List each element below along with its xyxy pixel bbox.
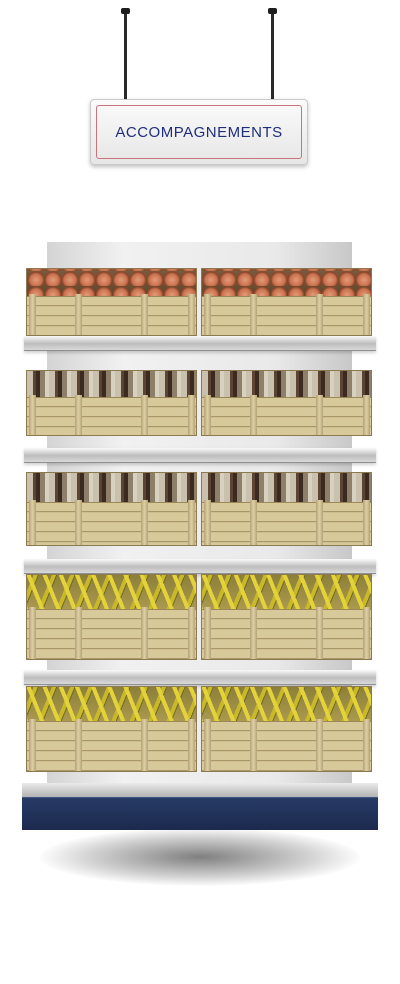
shelf-base-top xyxy=(22,783,378,797)
crate-post xyxy=(250,718,257,771)
fish-contents xyxy=(202,473,371,507)
crate-slats xyxy=(27,396,196,435)
fish-contents xyxy=(27,473,196,507)
crate-banana xyxy=(201,686,372,772)
crate-post xyxy=(316,294,323,335)
crate-post xyxy=(316,718,323,771)
crate-slats xyxy=(202,721,371,771)
category-sign-label: ACCOMPAGNEMENTS xyxy=(115,123,283,141)
crate-post xyxy=(204,606,211,659)
crate-post xyxy=(29,718,36,771)
shelf-rail xyxy=(24,448,376,463)
crate-post xyxy=(250,294,257,335)
crate-slats xyxy=(202,502,371,545)
category-sign: ACCOMPAGNEMENTS xyxy=(90,99,308,165)
crate-post xyxy=(29,500,36,545)
hanging-rod-right xyxy=(268,8,277,100)
crate-post xyxy=(204,500,211,545)
crate-post xyxy=(363,395,370,435)
crate-banana xyxy=(201,574,372,660)
crate-post xyxy=(29,395,36,435)
crate-post xyxy=(188,606,195,659)
crate-post xyxy=(188,500,195,545)
category-sign-frame: ACCOMPAGNEMENTS xyxy=(96,105,302,159)
crate-post xyxy=(204,718,211,771)
crate-post xyxy=(141,606,148,659)
crate-slats xyxy=(27,295,196,335)
crate-slats xyxy=(202,396,371,435)
crate-slats xyxy=(202,295,371,335)
crate-post xyxy=(75,500,82,545)
crate-post xyxy=(363,500,370,545)
crate-post xyxy=(363,294,370,335)
crate-post xyxy=(363,718,370,771)
crate-post xyxy=(316,500,323,545)
crate-post xyxy=(141,718,148,771)
crate-post xyxy=(316,606,323,659)
crate-post xyxy=(75,718,82,771)
crate-post xyxy=(363,606,370,659)
crate-post xyxy=(75,395,82,435)
crate-post xyxy=(250,606,257,659)
crate-post xyxy=(141,294,148,335)
crate-post xyxy=(204,395,211,435)
shelf-base-kickplate xyxy=(22,797,378,830)
crate-slats xyxy=(27,502,196,545)
shelf-rail xyxy=(24,336,376,351)
crate-post xyxy=(250,395,257,435)
crate-post xyxy=(316,395,323,435)
crate-post xyxy=(188,395,195,435)
crate-slats xyxy=(27,721,196,771)
crate-post xyxy=(188,718,195,771)
crate-post xyxy=(29,606,36,659)
hanging-rod-left xyxy=(121,8,130,100)
crate-fish xyxy=(26,370,197,436)
crate-fish xyxy=(26,472,197,546)
crate-post xyxy=(188,294,195,335)
crate-slats xyxy=(27,609,196,659)
shelf-rail xyxy=(24,670,376,685)
crate-slats xyxy=(202,609,371,659)
crate-post xyxy=(75,606,82,659)
floor-shadow xyxy=(40,828,360,886)
crate-post xyxy=(141,395,148,435)
crate-post xyxy=(75,294,82,335)
crate-post xyxy=(250,500,257,545)
crate-fish xyxy=(201,370,372,436)
shelf-rail xyxy=(24,559,376,574)
crate-fish xyxy=(201,472,372,546)
crate-banana xyxy=(26,574,197,660)
crate-eggs xyxy=(26,268,197,336)
crate-eggs xyxy=(201,268,372,336)
crate-banana xyxy=(26,686,197,772)
crate-post xyxy=(204,294,211,335)
crate-post xyxy=(141,500,148,545)
crate-post xyxy=(29,294,36,335)
